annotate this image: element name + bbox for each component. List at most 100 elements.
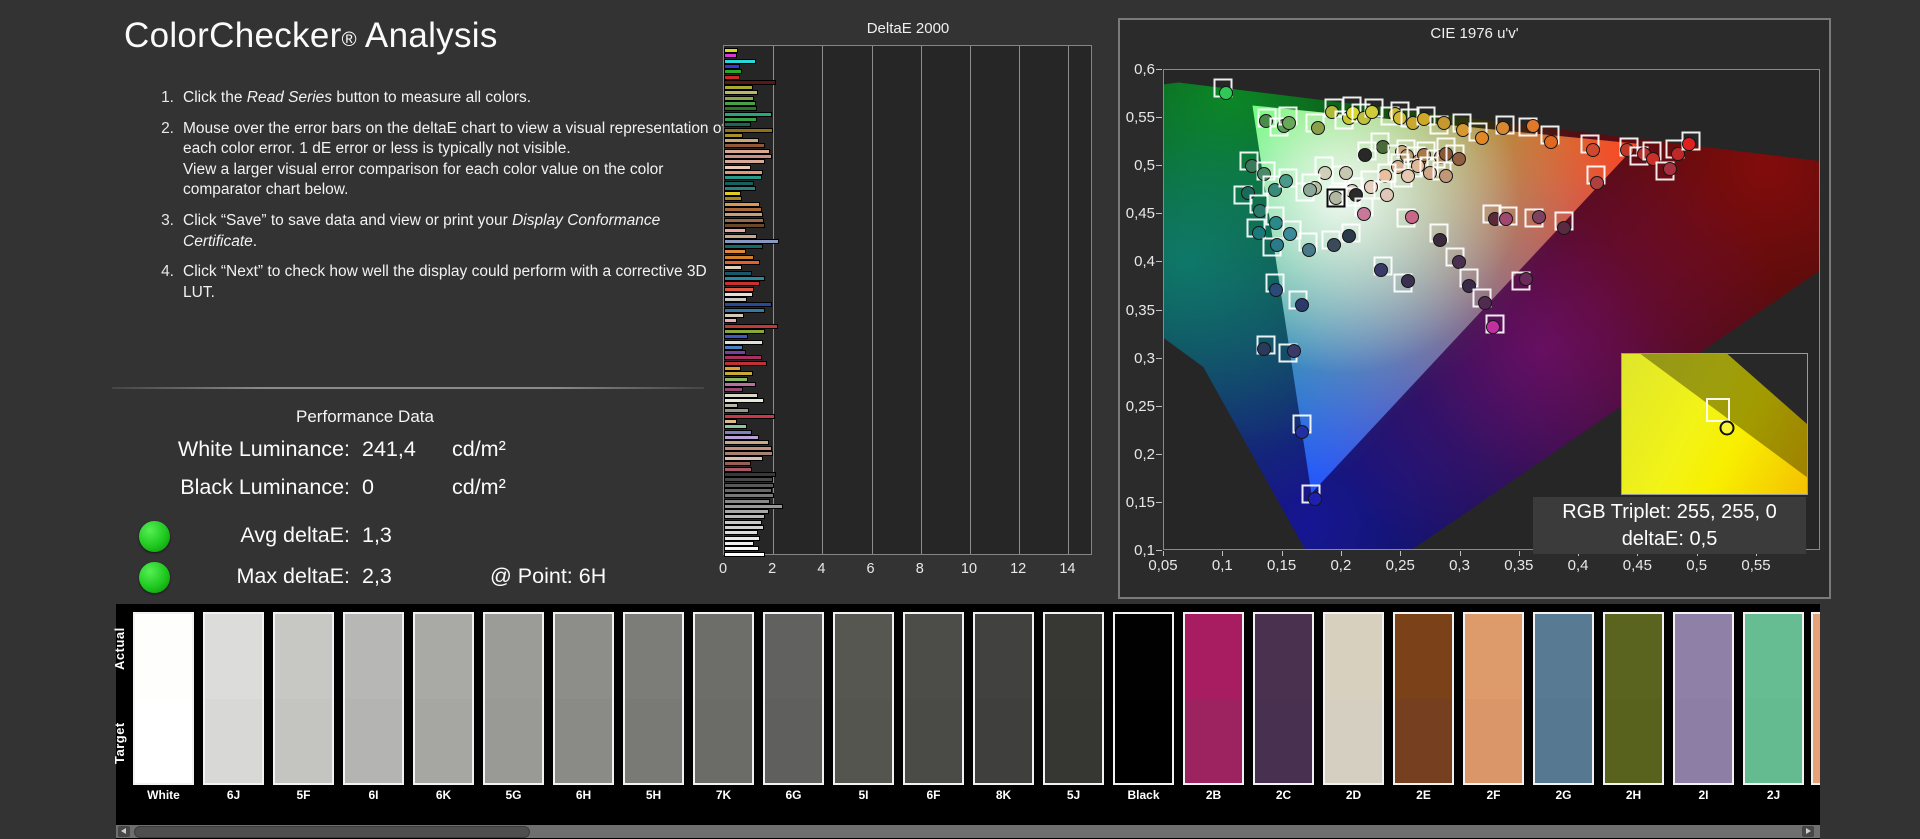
swatch-2e[interactable] [1393,612,1454,785]
deltae-error-bar[interactable] [724,366,741,371]
deltae-error-bar[interactable] [724,509,769,514]
deltae-error-bar[interactable] [724,525,764,530]
deltae-error-bar[interactable] [724,530,758,535]
deltae-error-bar[interactable] [724,244,763,249]
deltae-error-bar[interactable] [724,387,743,392]
deltae-error-bar[interactable] [724,493,774,498]
deltae-error-bar[interactable] [724,308,765,313]
deltae-error-bar[interactable] [724,212,763,217]
deltae-error-bar[interactable] [724,181,754,186]
swatch-2g[interactable] [1533,612,1594,785]
deltae-error-bar[interactable] [724,451,773,456]
deltae-error-bar[interactable] [724,329,765,334]
swatch-7k[interactable] [693,612,754,785]
scroll-left-button[interactable] [118,826,130,837]
swatch-5i[interactable] [833,612,894,785]
deltae-error-bar[interactable] [724,128,773,133]
swatch-5f[interactable] [273,612,334,785]
deltae-error-bar[interactable] [724,461,751,466]
deltae-error-bar[interactable] [724,488,772,493]
deltae-error-bar[interactable] [724,143,765,148]
deltae-error-bar[interactable] [724,228,746,233]
deltae-error-bar[interactable] [724,191,741,196]
deltae-error-bar[interactable] [724,435,759,440]
deltae-error-bar[interactable] [724,106,757,111]
swatch-5h[interactable] [623,612,684,785]
deltae-error-bar[interactable] [724,80,776,85]
deltae-error-bar[interactable] [724,101,756,106]
swatch-2d[interactable] [1323,612,1384,785]
deltae-error-bar[interactable] [724,85,753,90]
deltae-error-bar[interactable] [724,514,765,519]
swatch-2b[interactable] [1183,612,1244,785]
swatch-6f[interactable] [903,612,964,785]
deltae-error-bar[interactable] [724,302,772,307]
deltae-error-bar[interactable] [724,122,751,127]
deltae-error-bar[interactable] [724,59,756,64]
deltae-error-bar[interactable] [724,472,776,477]
deltae-error-bar[interactable] [724,133,743,138]
deltae-error-bar[interactable] [724,69,742,74]
deltae-error-bar[interactable] [724,138,759,143]
deltae-error-bar[interactable] [724,408,749,413]
deltae-error-bar[interactable] [724,340,763,345]
deltae-error-bar[interactable] [724,117,757,122]
comparator-scrollbar-thumb[interactable] [134,826,530,838]
swatch-2h[interactable] [1603,612,1664,785]
deltae-error-bar[interactable] [724,265,742,270]
deltae-error-bar[interactable] [724,75,740,80]
swatch-6i[interactable] [343,612,404,785]
swatch-2i[interactable] [1673,612,1734,785]
swatch-white[interactable] [133,612,194,785]
deltae-error-bar[interactable] [724,504,783,509]
deltae-error-bar[interactable] [724,175,762,180]
deltae-error-bar[interactable] [724,234,757,239]
deltae-error-bar[interactable] [724,207,762,212]
deltae-error-bar[interactable] [724,371,753,376]
scroll-right-button[interactable] [1802,826,1814,837]
deltae-error-bar[interactable] [724,281,760,286]
deltae-error-bar[interactable] [724,159,765,164]
deltae-error-bar[interactable] [724,271,752,276]
deltae-error-bar[interactable] [724,552,765,557]
deltae-error-bar[interactable] [724,377,748,382]
deltae-error-bar[interactable] [724,345,743,350]
deltae-error-bar[interactable] [724,276,765,281]
swatch-2j[interactable] [1743,612,1804,785]
deltae-error-bar[interactable] [724,403,738,408]
deltae-error-bar[interactable] [724,318,737,323]
deltae-error-bar[interactable] [724,419,737,424]
swatch-2c[interactable] [1253,612,1314,785]
swatch-5g[interactable] [483,612,544,785]
deltae-error-bar[interactable] [724,477,773,482]
deltae-error-bar[interactable] [724,456,763,461]
deltae-error-bar[interactable] [724,218,764,223]
deltae-error-bar[interactable] [724,154,772,159]
deltae-error-bar[interactable] [724,53,737,58]
deltae-error-bar[interactable] [724,96,754,101]
deltae-error-bar[interactable] [724,536,760,541]
swatch-6h[interactable] [553,612,614,785]
deltae-error-bar[interactable] [724,414,775,419]
deltae-error-bar[interactable] [724,467,752,472]
deltae-error-bar[interactable] [724,361,767,366]
deltae-error-bar[interactable] [724,398,764,403]
swatch-6j[interactable] [203,612,264,785]
swatch-6g[interactable] [763,612,824,785]
deltae-error-bar[interactable] [724,446,772,451]
deltae-error-bar[interactable] [724,255,754,260]
deltae-error-bar[interactable] [724,239,779,244]
deltae-error-bar[interactable] [724,483,774,488]
deltae-error-bar[interactable] [724,324,778,329]
deltae-error-bar[interactable] [724,90,758,95]
deltae-error-bar[interactable] [724,424,747,429]
deltae-error-bar[interactable] [724,297,747,302]
deltae-error-bar[interactable] [724,223,765,228]
deltae-error-bar[interactable] [724,202,760,207]
deltae-error-bar[interactable] [724,149,770,154]
deltae-error-bar[interactable] [724,350,746,355]
deltae-error-bar[interactable] [724,313,744,318]
deltae-error-bar[interactable] [724,196,742,201]
deltae-error-bar[interactable] [724,541,754,546]
deltae-error-bar[interactable] [724,499,770,504]
